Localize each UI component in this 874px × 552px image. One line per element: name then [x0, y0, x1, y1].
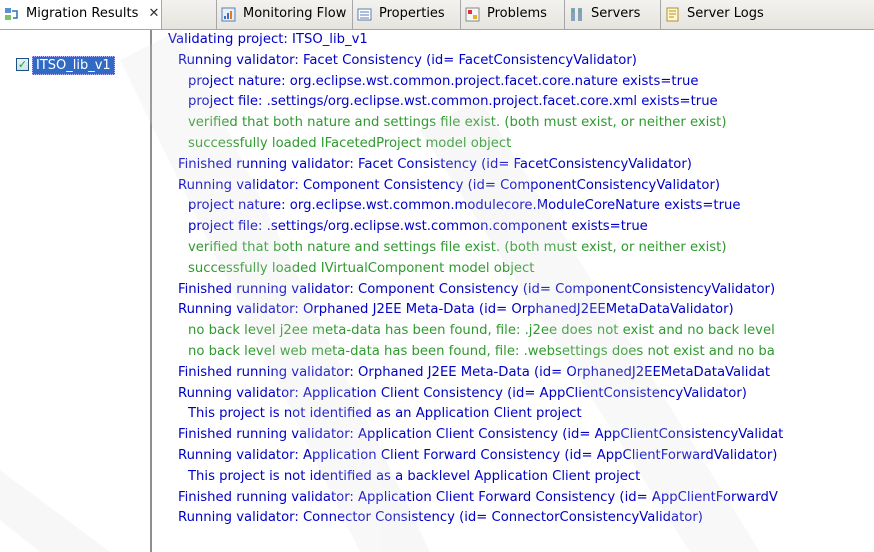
tab-properties[interactable]: Properties	[352, 0, 460, 29]
log-line: successfully loaded IVirtualComponent mo…	[188, 260, 535, 276]
log-line: Running validator: Application Client Fo…	[178, 447, 778, 463]
log-line: Validating project: ITSO_lib_v1	[168, 32, 368, 47]
properties-icon	[357, 8, 372, 21]
tree-item-label[interactable]: ITSO_lib_v1	[32, 56, 115, 75]
log-line: Finished running validator: Component Co…	[178, 281, 776, 297]
log-line: Running validator: Connector Consistency…	[178, 510, 703, 526]
log-line: Running validator: Component Consistency…	[178, 177, 721, 193]
tab-label: Server Logs	[687, 6, 764, 21]
log-line: no back level web meta-data has been fou…	[188, 343, 775, 359]
validation-log: Validating project: ITSO_lib_v1 Running …	[160, 30, 874, 552]
log-line: Finished running validator: Application …	[178, 489, 778, 505]
migration-results-icon	[5, 8, 18, 20]
log-line: verified that both nature and settings f…	[188, 115, 727, 131]
tab-migration-results[interactable]: Migration Results ✕	[0, 0, 162, 29]
log-line: This project is not identified as a back…	[188, 468, 641, 484]
tab-label: Problems	[487, 6, 547, 21]
log-line: no back level j2ee meta-data has been fo…	[188, 323, 775, 339]
log-line: successfully loaded IFacetedProject mode…	[188, 135, 512, 151]
tab-server-logs[interactable]: Server Logs	[660, 0, 874, 29]
log-line: project nature: org.eclipse.wst.common.m…	[188, 198, 741, 214]
log-line: project file: .settings/org.eclipse.wst.…	[188, 219, 648, 235]
project-tree: ✓ ITSO_lib_v1	[0, 30, 152, 552]
problems-icon	[465, 7, 480, 22]
tab-servers[interactable]: Servers	[564, 0, 660, 29]
checkbox[interactable]: ✓	[16, 58, 29, 71]
log-line: Finished running validator: Facet Consis…	[178, 156, 692, 172]
tab-label: Properties	[379, 6, 445, 21]
log-line: verified that both nature and settings f…	[188, 239, 727, 255]
log-line: project nature: org.eclipse.wst.common.p…	[188, 73, 699, 89]
tab-label: Migration Results	[26, 6, 139, 21]
server-logs-icon	[666, 7, 679, 22]
view-tab-bar: Migration Results ✕ Monitoring Flow Prop…	[0, 0, 874, 30]
monitoring-flow-icon	[221, 7, 236, 22]
log-line: Running validator: Orphaned J2EE Meta-Da…	[178, 302, 734, 318]
log-line: This project is not identified as an App…	[188, 406, 582, 422]
log-line: Running validator: Facet Consistency (id…	[178, 52, 637, 68]
tab-monitoring-flow[interactable]: Monitoring Flow	[216, 0, 352, 29]
log-line: project file: .settings/org.eclipse.wst.…	[188, 94, 718, 110]
close-icon[interactable]: ✕	[149, 6, 160, 21]
log-line: Running validator: Application Client Co…	[178, 385, 747, 401]
log-line: Finished running validator: Orphaned J2E…	[178, 364, 771, 380]
tab-problems[interactable]: Problems	[460, 0, 564, 29]
log-line: Finished running validator: Application …	[178, 427, 784, 443]
servers-icon	[571, 8, 582, 21]
tab-label: Monitoring Flow	[243, 6, 347, 21]
tab-label: Servers	[591, 6, 641, 21]
